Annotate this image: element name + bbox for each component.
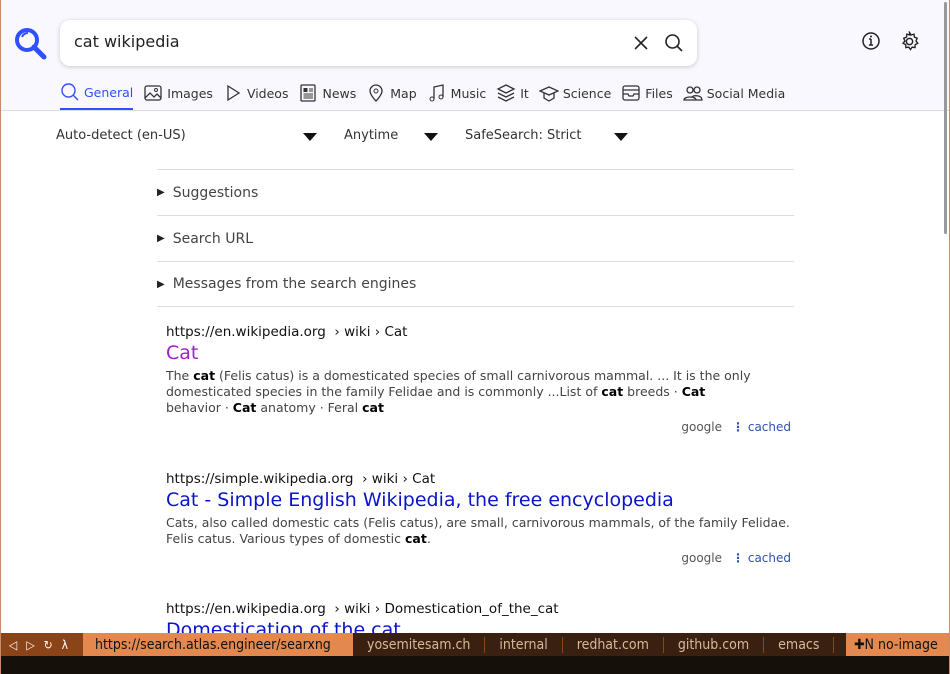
caret-right-icon: ▶ [157, 278, 165, 290]
search-input[interactable] [74, 32, 594, 51]
current-url[interactable]: https://search.atlas.engineer/searxng [83, 637, 353, 653]
tab-social-media[interactable]: Social Media [683, 82, 786, 110]
details-label: Suggestions [172, 184, 259, 201]
chevron-down-icon[interactable] [614, 133, 628, 141]
buffer-tab[interactable]: github.com [664, 636, 765, 653]
back-icon[interactable]: ◁ [9, 638, 17, 652]
result-url[interactable]: https://en.wikipedia.org › wiki › Cat [166, 324, 791, 340]
newspaper-icon [300, 84, 317, 102]
forward-icon[interactable]: ▷ [26, 638, 34, 652]
cached-link[interactable]: ⋮ cached [732, 420, 791, 434]
search-url-toggle[interactable]: ▶ Search URL [157, 215, 794, 261]
language-value: Auto-detect (en-US) [56, 128, 186, 143]
tab-label: Social Media [706, 85, 786, 101]
result-path: › wiki › Cat [362, 471, 436, 487]
tab-it[interactable]: It [496, 82, 529, 110]
tab-map[interactable]: Map [366, 82, 417, 110]
result-snippet: Cats, also called domestic cats (Felis c… [166, 515, 790, 546]
language-select[interactable]: Auto-detect (en-US) [56, 128, 186, 143]
result-engines: google ⋮ cached [166, 420, 791, 434]
tab-label: News [322, 85, 357, 101]
nav-buttons: ◁ ▷ ↻ λ [1, 633, 83, 656]
buffer-tab[interactable]: yosemitesam.ch [353, 636, 486, 653]
engine-label: google [681, 420, 723, 434]
searxng-logo-icon[interactable] [14, 27, 48, 61]
reload-icon[interactable]: ↻ [44, 638, 53, 652]
result-host: https://en.wikipedia.org [166, 601, 326, 617]
chevron-down-icon[interactable] [303, 133, 317, 141]
time-range-select[interactable]: Anytime [344, 128, 398, 143]
status-bar: ◁ ▷ ↻ λ https://search.atlas.engineer/se… [1, 633, 949, 656]
buffer-tab[interactable]: emacs [764, 636, 835, 653]
graduation-cap-icon [538, 86, 559, 102]
result-snippet: The cat (Felis catus) is a domesticated … [166, 368, 751, 415]
info-icon[interactable] [861, 31, 881, 51]
suggestions-toggle[interactable]: ▶ Suggestions [157, 169, 794, 215]
search-icon [61, 83, 79, 101]
safesearch-select[interactable]: SafeSearch: Strict [465, 128, 582, 143]
category-tabs: General Images Videos News Map Music It … [60, 82, 795, 110]
result-item: https://simple.wikipedia.org › wiki › Ca… [166, 471, 791, 565]
tab-label: Files [645, 85, 673, 101]
details-label: Messages from the search engines [172, 276, 417, 292]
buffer-tab[interactable]: internal [485, 636, 563, 653]
tab-videos[interactable]: Videos [223, 82, 289, 110]
clear-icon[interactable] [631, 33, 651, 53]
time-range-value: Anytime [344, 128, 399, 143]
search-box [60, 20, 697, 66]
execute-command-icon[interactable]: λ [62, 638, 68, 652]
tab-label: Map [390, 85, 417, 101]
result-title-link[interactable]: Cat [166, 342, 791, 364]
chevron-down-icon[interactable] [424, 133, 438, 141]
tab-news[interactable]: News [298, 82, 356, 110]
buffer-tab[interactable]: redhat.com [563, 636, 664, 653]
header: General Images Videos News Map Music It … [1, 0, 949, 111]
music-icon [429, 84, 444, 102]
tab-label: Music [450, 85, 487, 101]
image-icon [144, 85, 162, 101]
scrollbar[interactable] [944, 2, 947, 234]
engine-label: google [681, 551, 723, 565]
caret-right-icon: ▶ [157, 187, 165, 198]
gear-icon[interactable] [899, 31, 920, 52]
result-path: › wiki › Cat [334, 324, 408, 340]
message-area [1, 656, 949, 674]
result-path: › wiki › Domestication_of_the_cat [334, 601, 559, 617]
tab-label: Videos [246, 85, 289, 101]
tab-label: It [520, 85, 529, 101]
tab-images[interactable]: Images [143, 82, 213, 110]
tab-label: Images [167, 85, 213, 101]
tab-files[interactable]: Files [621, 82, 673, 110]
tab-science[interactable]: Science [538, 82, 612, 110]
people-icon [683, 86, 703, 101]
engine-messages-toggle[interactable]: ▶ Messages from the search engines [157, 261, 794, 307]
tab-label: Science [562, 85, 612, 101]
layers-icon [496, 84, 516, 102]
cached-link[interactable]: ⋮ cached [732, 551, 791, 565]
details-panel: ▶ Suggestions ▶ Search URL ▶ Messages from … [157, 169, 794, 307]
tab-label: General [84, 84, 134, 100]
result-engines: google ⋮ cached [166, 551, 791, 565]
safesearch-value: SafeSearch: Strict [465, 128, 582, 143]
map-pin-icon [369, 84, 383, 102]
result-title-link[interactable]: Cat - Simple English Wikipedia, the free… [166, 489, 791, 511]
caret-right-icon: ▶ [157, 233, 165, 244]
details-label: Search URL [172, 230, 254, 247]
result-host: https://en.wikipedia.org [166, 324, 326, 340]
mode-indicator[interactable]: ✚N no-image [846, 637, 938, 653]
result-url[interactable]: https://en.wikipedia.org › wiki › Domest… [166, 601, 791, 617]
tab-music[interactable]: Music [427, 82, 487, 110]
result-item: https://en.wikipedia.org › wiki › Cat Ca… [166, 324, 791, 434]
archive-icon [622, 85, 640, 101]
result-host: https://simple.wikipedia.org [166, 471, 354, 487]
buffer-list: yosemitesam.ch internal redhat.com githu… [353, 633, 846, 656]
play-icon [227, 84, 241, 102]
result-url[interactable]: https://simple.wikipedia.org › wiki › Ca… [166, 471, 791, 487]
tab-general[interactable]: General [60, 82, 134, 110]
search-submit-icon[interactable] [664, 33, 684, 53]
